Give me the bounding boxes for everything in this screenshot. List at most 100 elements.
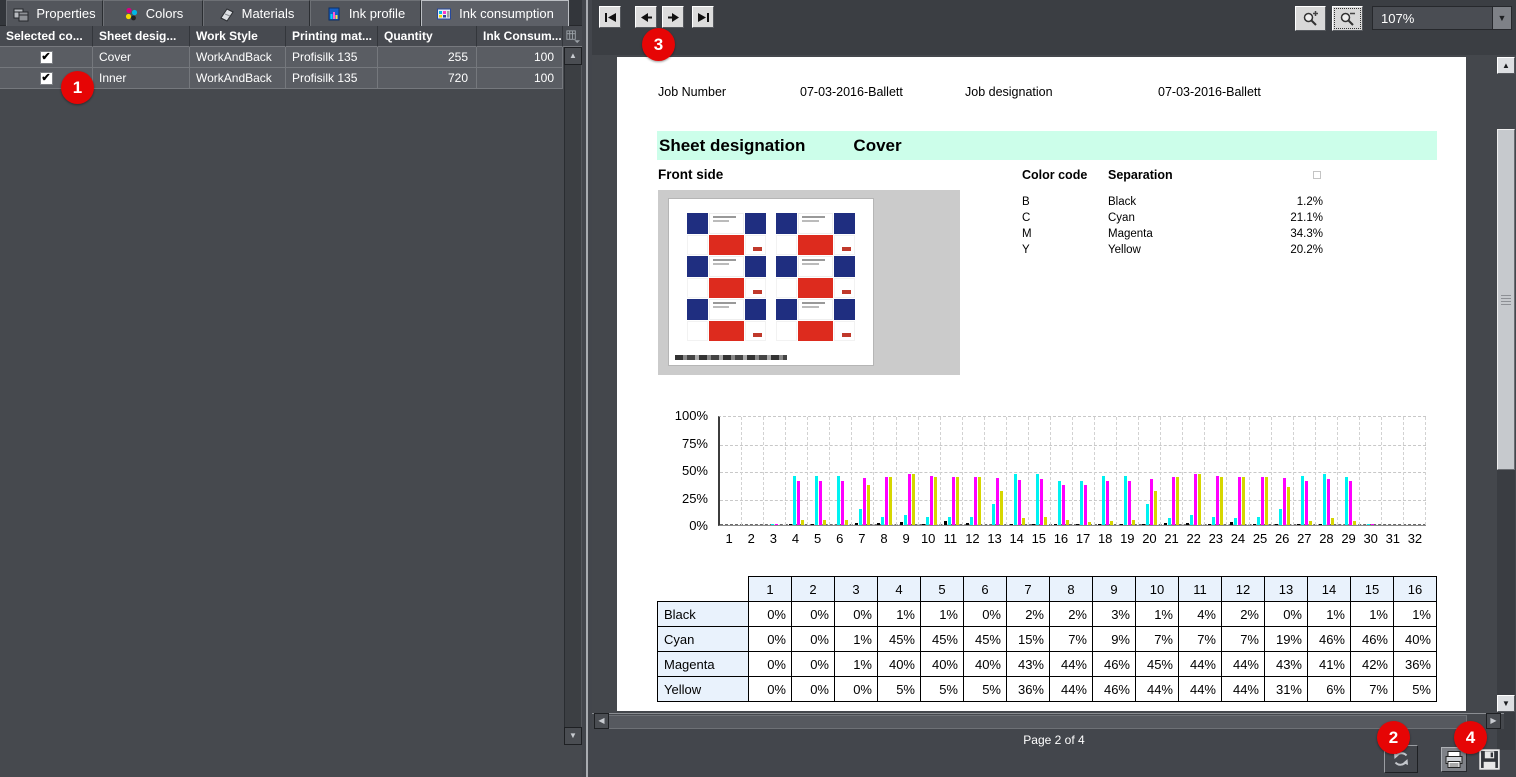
pattern-cell	[745, 256, 766, 277]
cell-quantity[interactable]: 720	[378, 68, 477, 89]
zone-value-cell: 0%	[792, 602, 835, 627]
chart-x-tick-label: 25	[1249, 531, 1271, 546]
tab-label: Properties	[36, 6, 95, 21]
chart-bar-black	[1142, 524, 1145, 525]
first-page-icon	[604, 12, 617, 23]
cell-ink-consumption[interactable]: 100	[477, 47, 563, 68]
chart-bar-magenta	[1238, 477, 1241, 525]
preview-horizontal-scrollbar[interactable]	[592, 713, 1504, 729]
left-scroll-up-button[interactable]: ▲	[564, 47, 582, 65]
cell-ink-consumption[interactable]: 100	[477, 68, 563, 89]
chart-bar-magenta	[1040, 479, 1043, 525]
chart-bar-yellow	[1110, 521, 1113, 525]
cell-work-style[interactable]: WorkAndBack	[190, 68, 286, 89]
chart-zone-16	[1051, 417, 1073, 525]
preview-scroll-right-button[interactable]: ▶	[1486, 713, 1501, 729]
chart-bar-magenta	[908, 474, 911, 525]
chart-bar-cyan	[1036, 474, 1039, 525]
combo-dropdown-button[interactable]: ▼	[1492, 7, 1511, 29]
chart-bar-black	[1230, 522, 1233, 525]
left-vertical-scrollbar[interactable]	[564, 47, 582, 727]
cell-quantity[interactable]: 255	[378, 47, 477, 68]
chart-bar-magenta	[1305, 481, 1308, 525]
chart-bar-yellow	[912, 474, 915, 525]
ink-zone-table: 12345678910111213141516Black0%0%0%1%1%0%…	[657, 576, 1437, 702]
chart-bar-yellow	[956, 477, 959, 525]
preview-scroll-left-button[interactable]: ◀	[594, 713, 609, 729]
up-arrow-icon: ▲	[1502, 61, 1510, 70]
left-scroll-down-button[interactable]: ▼	[564, 727, 582, 745]
chart-bar-cyan	[881, 517, 884, 525]
chart-x-tick-label: 14	[1006, 531, 1028, 546]
zoom-in-button[interactable]	[1295, 6, 1326, 31]
column-chooser-button[interactable]	[563, 26, 582, 47]
first-page-button[interactable]	[599, 6, 621, 28]
zone-table-row-black: Black0%0%0%1%1%0%2%2%3%1%4%2%0%1%1%1%	[658, 602, 1437, 627]
zoom-in-icon	[1302, 10, 1319, 27]
zone-value-cell: 7%	[1351, 677, 1394, 702]
annotation-badge-4: 4	[1454, 721, 1487, 754]
tab-materials[interactable]: Materials	[203, 0, 310, 26]
cell-sheet-designation[interactable]: Cover	[93, 47, 190, 68]
tab-colors[interactable]: Colors	[103, 0, 203, 26]
preview-horizontal-scrollbar-thumb[interactable]	[607, 715, 1467, 729]
tab-properties[interactable]: Properties	[6, 0, 103, 26]
chart-bar-cyan	[970, 517, 973, 525]
chart-bar-cyan	[793, 476, 796, 526]
chart-bar-yellow	[845, 520, 848, 526]
zone-row-label: Black	[658, 602, 749, 627]
panel-splitter[interactable]	[582, 0, 592, 777]
pattern-cell	[798, 321, 833, 342]
cell-sheet-designation[interactable]: Inner	[93, 68, 190, 89]
pattern-cell	[687, 256, 708, 277]
chart-bar-cyan	[1146, 504, 1149, 525]
preview-scroll-down-button[interactable]: ▼	[1497, 695, 1515, 712]
col-header-sheet-designation[interactable]: Sheet desig...	[93, 26, 190, 47]
col-header-ink-consumption[interactable]: Ink Consum...	[477, 26, 563, 47]
chart-y-tick-label: 75%	[648, 436, 708, 451]
col-header-selected[interactable]: Selected co...	[0, 26, 93, 47]
separation-header-checkbox	[1313, 171, 1321, 179]
zone-value-cell: 6%	[1308, 677, 1351, 702]
report-preview-panel: 107% ▼ Job Number 07-03-2016-Ballett Job…	[592, 0, 1516, 777]
annotation-badge-1: 1	[61, 71, 94, 104]
last-page-button[interactable]	[692, 6, 714, 28]
preview-scroll-up-button[interactable]: ▲	[1497, 57, 1515, 74]
zone-value-cell: 0%	[792, 652, 835, 677]
col-header-work-style[interactable]: Work Style	[190, 26, 286, 47]
zone-value-cell: 9%	[1093, 627, 1136, 652]
separation-name: Magenta	[1108, 228, 1153, 240]
chart-bar-magenta	[1216, 476, 1219, 526]
cell-printing-material[interactable]: Profisilk 135	[286, 47, 378, 68]
chart-x-tick-label: 29	[1338, 531, 1360, 546]
row-selected-checkbox[interactable]: ✔	[40, 51, 53, 64]
chart-bar-yellow	[1088, 522, 1091, 525]
table-row-cover[interactable]: ✔ Cover WorkAndBack Profisilk 135 255 10…	[0, 47, 563, 68]
next-page-button[interactable]	[662, 6, 684, 28]
chart-bar-yellow	[1353, 521, 1356, 525]
chart-x-tick-label: 1	[718, 531, 740, 546]
save-button[interactable]	[1477, 747, 1502, 772]
zoom-level-combobox[interactable]: 107% ▼	[1372, 6, 1512, 30]
preview-vertical-scrollbar-thumb[interactable]	[1497, 129, 1515, 470]
zone-value-cell: 44%	[1179, 652, 1222, 677]
ink-chart-plot-outer	[718, 416, 1426, 526]
tab-ink-profile[interactable]: Ink profile	[310, 0, 421, 26]
chart-zone-2	[742, 417, 764, 525]
col-header-printing-material[interactable]: Printing mat...	[286, 26, 378, 47]
zoom-out-button[interactable]	[1332, 6, 1363, 31]
column-chooser-icon	[565, 29, 580, 44]
col-header-quantity[interactable]: Quantity	[378, 26, 477, 47]
zone-value-cell: 45%	[1136, 652, 1179, 677]
job-designation-label: Job designation	[965, 85, 1053, 99]
tab-ink-consumption[interactable]: Ink consumption	[421, 0, 569, 26]
zone-table-row-cyan: Cyan0%0%1%45%45%45%15%7%9%7%7%7%19%46%46…	[658, 627, 1437, 652]
chart-bar-black	[1186, 523, 1189, 525]
zone-value-cell: 5%	[921, 677, 964, 702]
row-selected-checkbox[interactable]: ✔	[40, 72, 53, 85]
pattern-cell	[798, 213, 833, 234]
cell-printing-material[interactable]: Profisilk 135	[286, 68, 378, 89]
chart-zone-1	[720, 417, 742, 525]
previous-page-button[interactable]	[635, 6, 657, 28]
cell-work-style[interactable]: WorkAndBack	[190, 47, 286, 68]
